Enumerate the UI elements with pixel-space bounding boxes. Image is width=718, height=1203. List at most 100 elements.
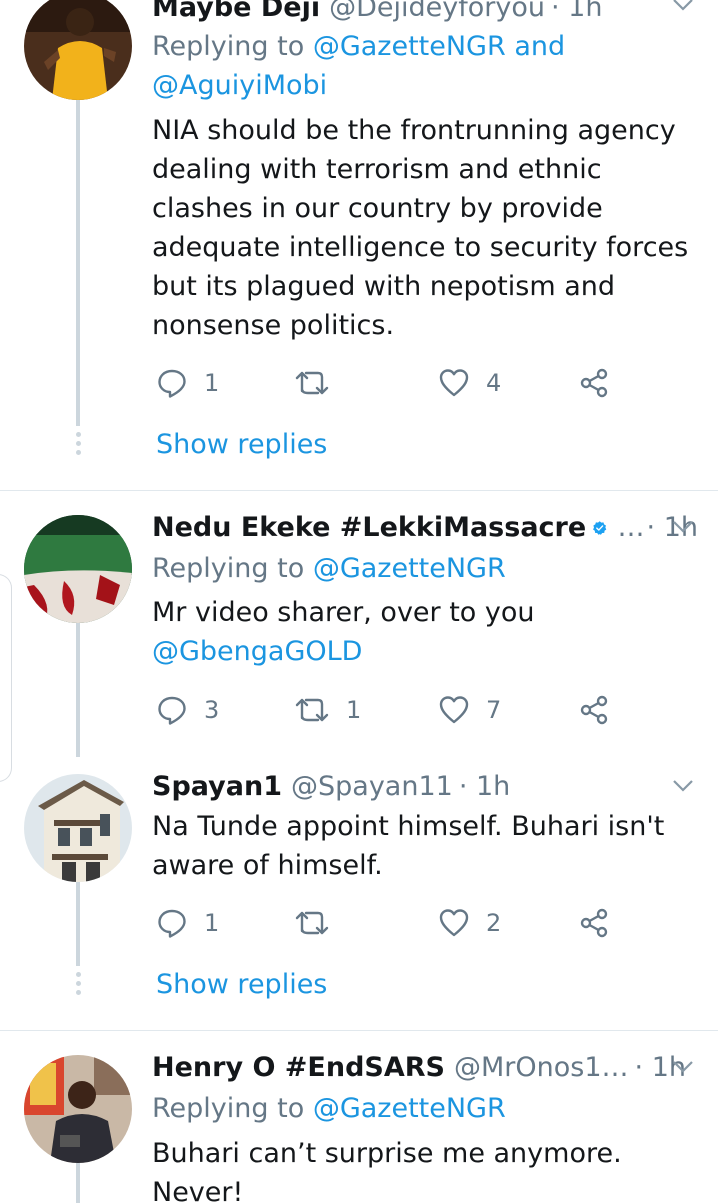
tweet-maybe-deji[interactable]: Maybe Deji @Dejideyforyou · 1h Replying … <box>0 0 718 490</box>
user-name[interactable]: Nedu Ekeke #LekkiMassacre <box>152 508 586 548</box>
tweet-spayan1[interactable]: Spayan1 @Spayan11 · 1h Na Tunde appoint … <box>0 756 718 1030</box>
tweet-header: Henry O #EndSARS @MrOnos1… · 1h <box>152 1048 698 1088</box>
avatar[interactable] <box>24 774 132 882</box>
tweet-text-line: dealing with terrorism and ethnic <box>152 154 602 185</box>
tweet-text-line: clashes in our country by provide <box>152 193 603 224</box>
avatar[interactable] <box>24 515 132 623</box>
avatar[interactable] <box>24 0 132 100</box>
thread-line <box>76 623 80 757</box>
reply-button[interactable]: 1 <box>156 363 219 403</box>
share-button[interactable] <box>578 363 610 403</box>
reply-count: 3 <box>204 696 220 724</box>
reply-button[interactable]: 3 <box>156 690 219 730</box>
retweet-icon <box>295 698 329 722</box>
thread-line <box>76 1163 80 1203</box>
avatar-image <box>24 0 132 100</box>
retweet-button[interactable] <box>294 363 346 403</box>
tweet-henry-o[interactable]: Henry O #EndSARS @MrOnos1… · 1h Replying… <box>0 1031 718 1203</box>
tweet-text: Mr video sharer, over to you @GbengaGOLD <box>152 593 698 671</box>
tweet-header: Maybe Deji @Dejideyforyou · 1h <box>152 0 698 28</box>
tweet-header: Nedu Ekeke #LekkiMassacre … · 1h <box>152 508 698 548</box>
tweet-time[interactable]: · 1h <box>551 0 602 28</box>
tweet-time[interactable]: · 1h <box>459 767 510 807</box>
replying-to: Replying to @GazetteNGR and <box>152 27 565 66</box>
user-name[interactable]: Spayan1 <box>152 767 282 807</box>
tweet-text-line: Buhari can’t surprise me anymore. Never! <box>152 1138 622 1203</box>
user-handle[interactable]: … <box>618 508 645 548</box>
like-button[interactable]: 2 <box>438 903 501 943</box>
thread-dots <box>74 432 82 459</box>
show-replies-link[interactable]: Show replies <box>156 965 327 1005</box>
user-handle[interactable]: @Dejideyforyou <box>329 0 545 28</box>
reply-count: 1 <box>204 909 220 937</box>
replying-prefix: Replying to <box>152 31 313 62</box>
chevron-down-icon[interactable] <box>672 1060 694 1074</box>
tweet-text: Buhari can’t surprise me anymore. Never! <box>152 1134 698 1203</box>
reply-count: 1 <box>204 369 220 397</box>
mention-link[interactable]: @GazetteNGR <box>313 553 506 584</box>
tweet-text-line: nonsense politics. <box>152 310 395 341</box>
avatar[interactable] <box>24 1055 132 1163</box>
tweet-text-line: Na Tunde appoint himself. Buhari isn't <box>152 811 665 842</box>
share-button[interactable] <box>578 903 610 943</box>
tweet-text-line: but its plagued with nepotism and <box>152 271 616 302</box>
heart-icon <box>439 696 469 724</box>
reply-icon <box>158 909 186 938</box>
retweet-icon <box>295 911 329 935</box>
share-icon <box>580 695 608 725</box>
thread-line <box>76 882 80 966</box>
tweet-header: Spayan1 @Spayan11 · 1h <box>152 767 698 807</box>
tweet-text-line: adequate intelligence to security forces <box>152 232 689 263</box>
tweet-text: Na Tunde appoint himself. Buhari isn't a… <box>152 807 698 885</box>
share-icon <box>580 368 608 398</box>
mention-link[interactable]: @GazetteNGR <box>313 1093 506 1124</box>
mention-and: and <box>505 31 566 62</box>
heart-icon <box>439 369 469 397</box>
tweet-text-line: Mr video sharer, over to you <box>152 597 535 628</box>
retweet-button[interactable]: 1 <box>294 690 361 730</box>
like-button[interactable]: 4 <box>438 363 501 403</box>
reply-icon <box>158 696 186 725</box>
reply-button[interactable]: 1 <box>156 903 219 943</box>
avatar-image <box>24 515 132 623</box>
tweet-actions: 1 4 <box>152 363 632 403</box>
reply-icon <box>158 369 186 398</box>
share-button[interactable] <box>578 690 610 730</box>
heart-icon <box>439 909 469 937</box>
replying-prefix: Replying to <box>152 1093 313 1124</box>
thread-dots <box>74 972 82 999</box>
chevron-down-icon[interactable] <box>672 520 694 534</box>
share-icon <box>580 908 608 938</box>
tweet-text: NIA should be the frontrunning agency de… <box>152 111 698 345</box>
tweet-text-line: aware of himself. <box>152 850 383 881</box>
retweet-icon <box>295 371 329 395</box>
user-name[interactable]: Maybe Deji <box>152 0 320 28</box>
show-replies-link[interactable]: Show replies <box>156 425 327 465</box>
mention-link[interactable]: @GazetteNGR <box>313 31 506 62</box>
like-count: 2 <box>486 909 502 937</box>
tweet-nedu-ekeke[interactable]: Nedu Ekeke #LekkiMassacre … · 1h Replyin… <box>0 491 718 757</box>
replying-to: Replying to @GazetteNGR <box>152 549 506 588</box>
tweet-actions: 1 2 <box>152 903 632 943</box>
user-name[interactable]: Henry O #EndSARS <box>152 1048 445 1088</box>
like-button[interactable]: 7 <box>438 690 501 730</box>
replying-prefix: Replying to <box>152 553 313 584</box>
avatar-image <box>24 774 132 882</box>
mention-link[interactable]: @AguiyiMobi <box>152 70 327 101</box>
retweet-button[interactable] <box>294 903 346 943</box>
replying-to: Replying to @GazetteNGR <box>152 1089 506 1128</box>
verified-badge-icon <box>593 521 607 535</box>
tweet-actions: 3 1 7 <box>152 690 632 730</box>
tweet-text-line: NIA should be the frontrunning agency <box>152 115 676 146</box>
mention-link[interactable]: @GbengaGOLD <box>152 636 362 667</box>
user-handle[interactable]: @MrOnos1… <box>454 1048 629 1088</box>
like-count: 4 <box>486 369 502 397</box>
replying-to-line2: @AguiyiMobi <box>152 66 327 105</box>
user-handle[interactable]: @Spayan11 <box>291 767 453 807</box>
like-count: 7 <box>486 696 502 724</box>
retweet-count: 1 <box>346 696 362 724</box>
thread-line <box>76 100 80 426</box>
chevron-down-icon[interactable] <box>672 779 694 793</box>
avatar-image <box>24 1055 132 1163</box>
chevron-down-icon[interactable] <box>672 0 694 12</box>
